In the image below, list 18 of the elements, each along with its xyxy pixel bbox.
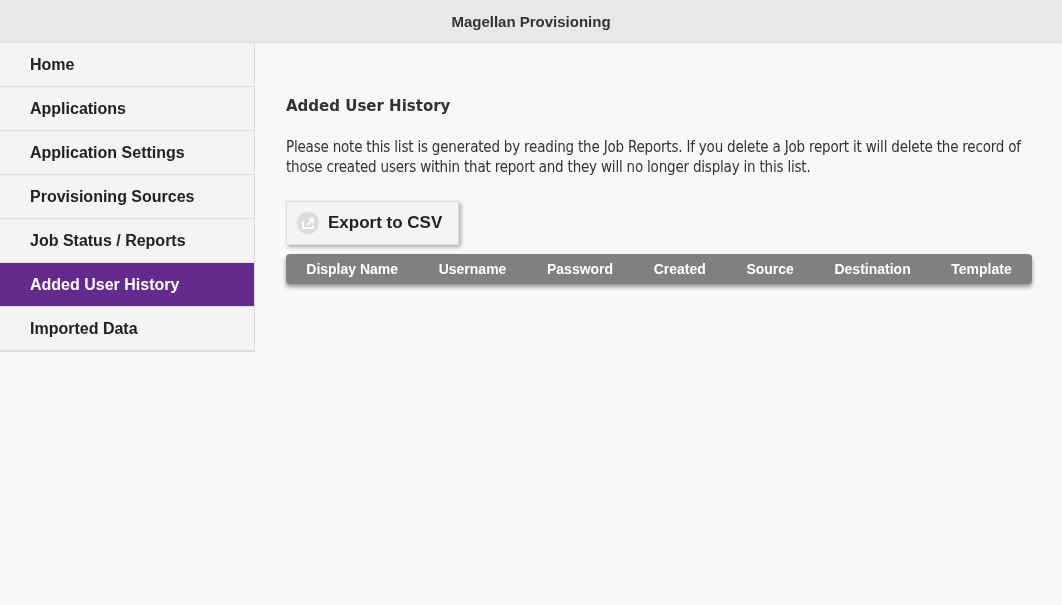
page-heading: Added User History [286, 97, 452, 115]
column-header[interactable]: Source [746, 261, 794, 277]
column-header[interactable]: Created [653, 261, 706, 277]
column-header[interactable]: Destination [834, 261, 911, 277]
column-header[interactable]: Password [546, 261, 614, 277]
sidebar-item[interactable]: Home [0, 43, 254, 87]
share-icon [297, 212, 319, 234]
sidebar-item[interactable]: Applications [0, 87, 254, 131]
sidebar-item[interactable]: Imported Data [0, 307, 254, 351]
column-header[interactable]: Display Name [306, 261, 399, 277]
sidebar-item[interactable]: Provisioning Sources [0, 175, 254, 219]
sidebar-item[interactable]: Added User History [0, 263, 254, 307]
export-button[interactable]: Export to CSV [286, 201, 460, 245]
sidebar-item[interactable]: Application Settings [0, 131, 254, 175]
column-header[interactable]: Username [438, 261, 507, 277]
column-header[interactable]: Template [951, 261, 1012, 277]
window-title: Magellan Provisioning [451, 12, 611, 30]
note-paragraph: Please note this list is generated by reading the Job Reports. If you delete a Job report it will delete the record of those created users within that report and they will no longer display in this list. [286, 137, 1023, 177]
